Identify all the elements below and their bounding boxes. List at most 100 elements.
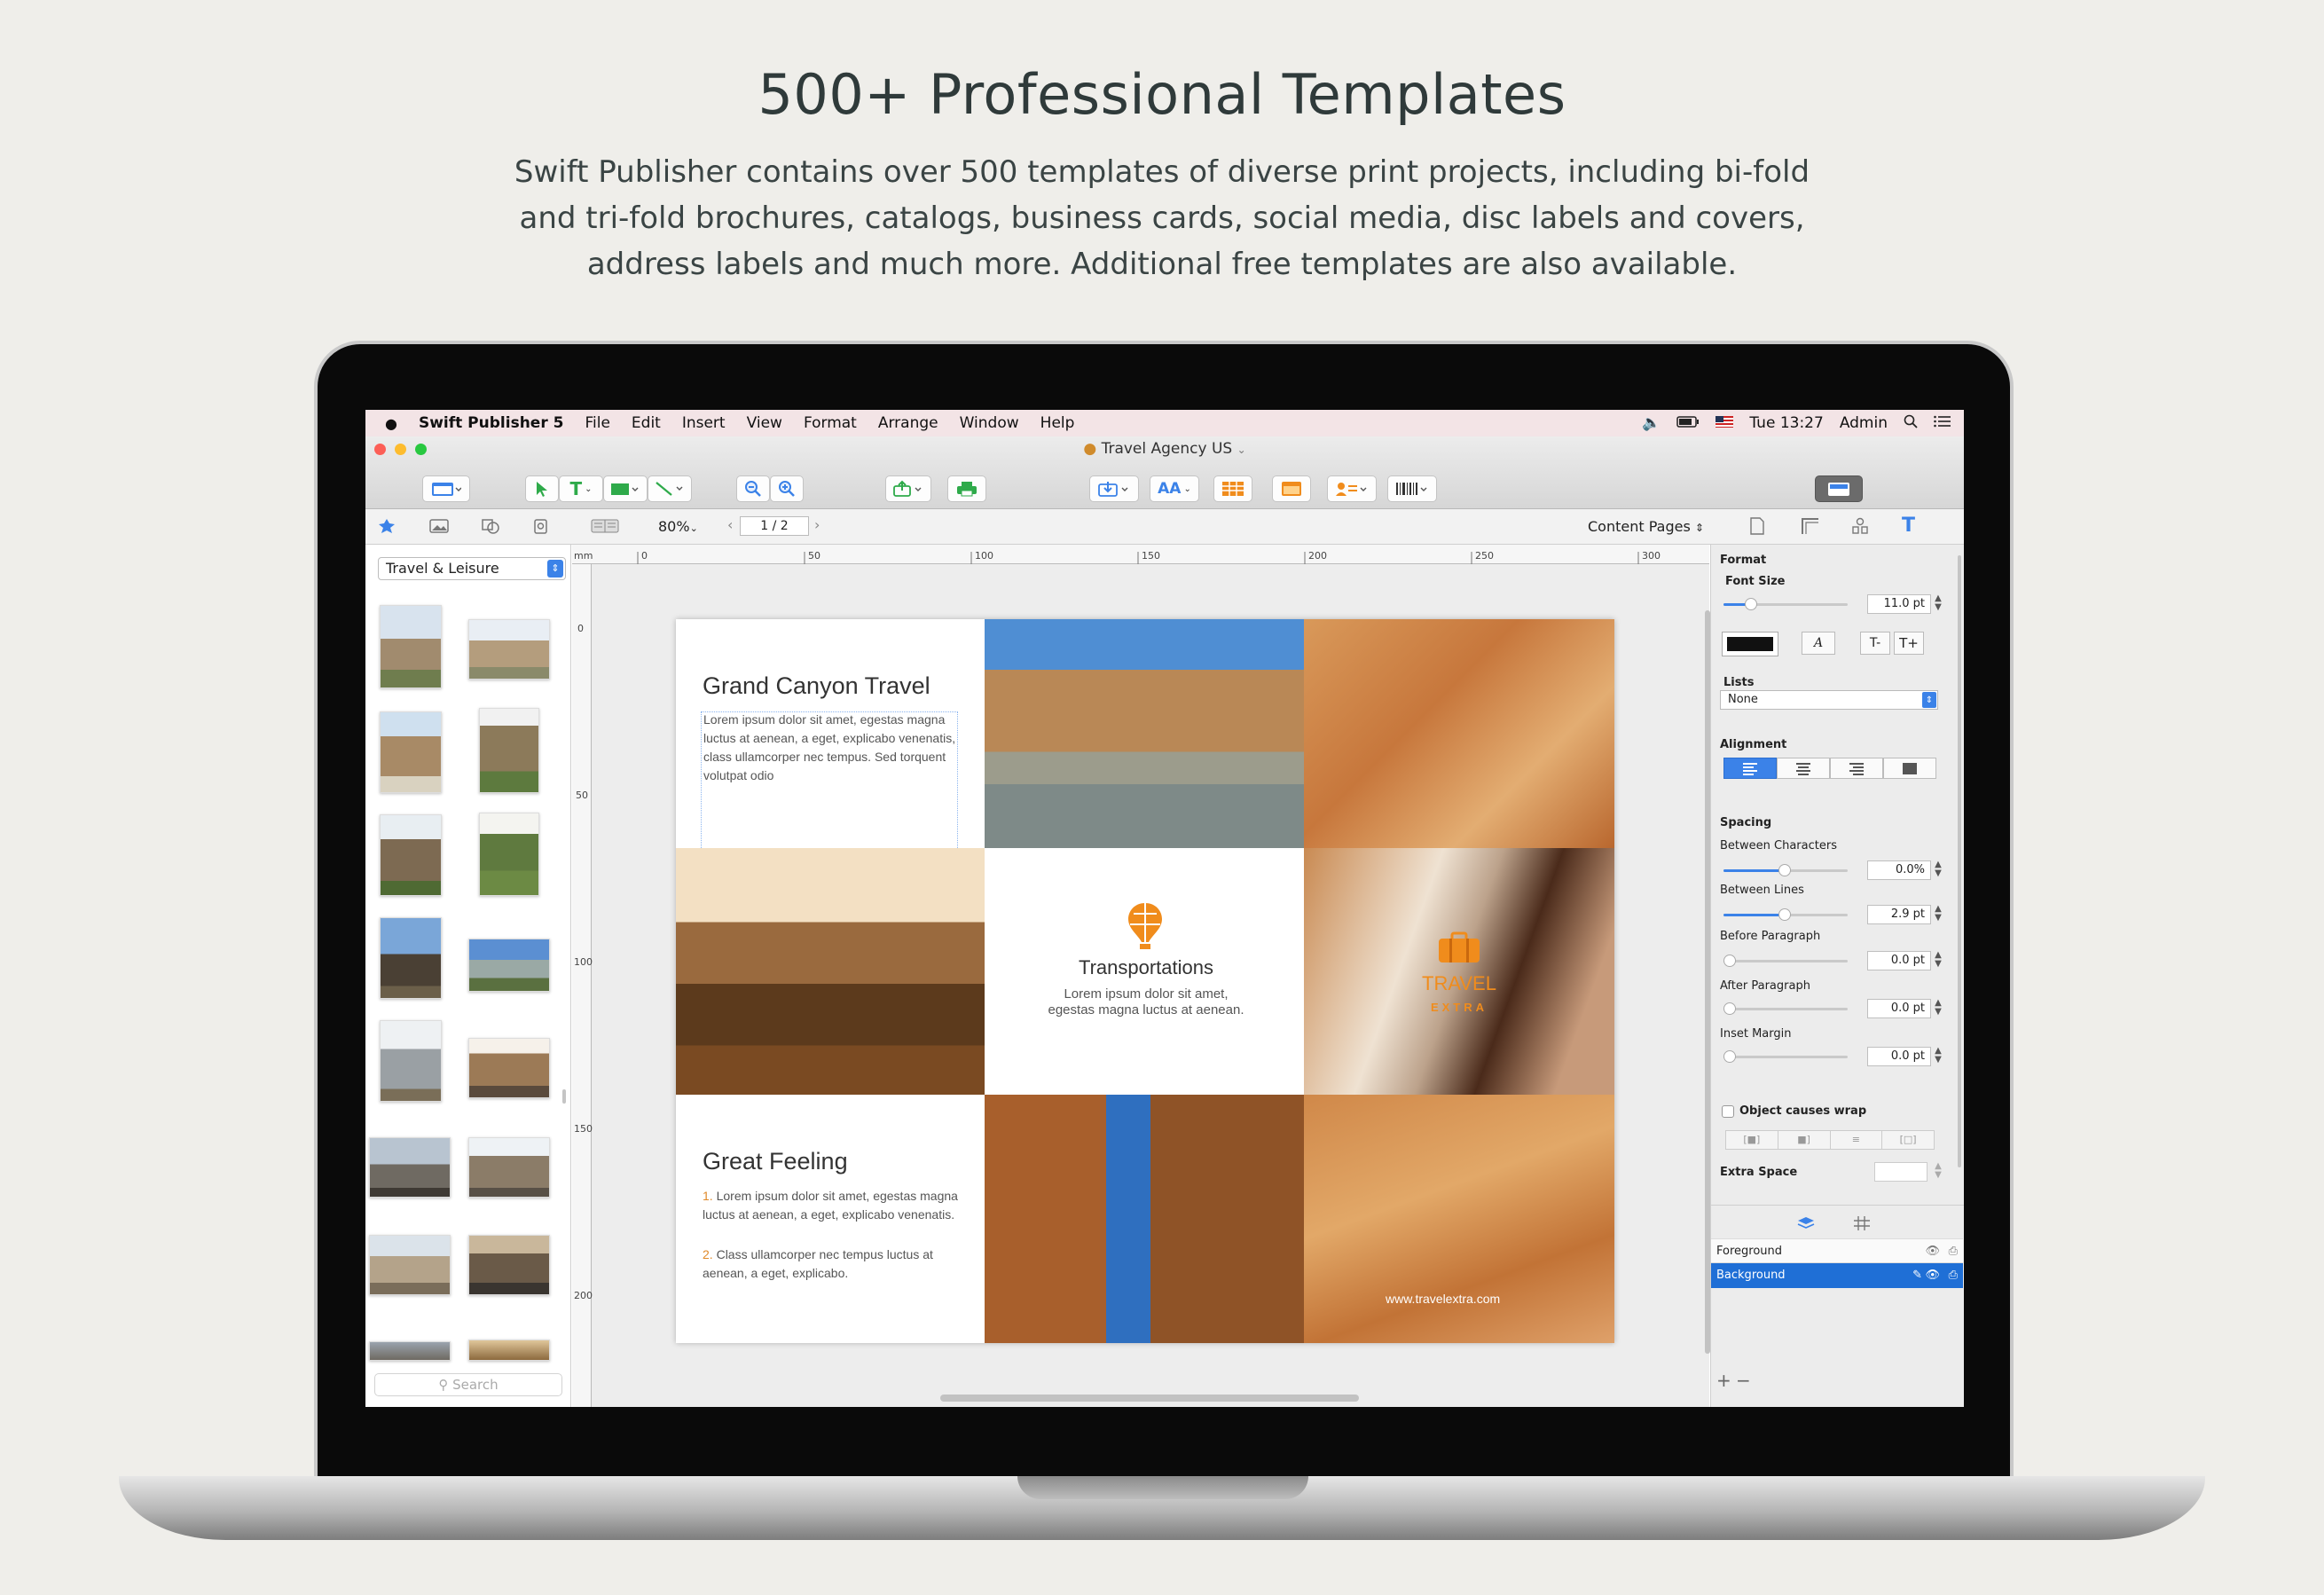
shape-tool-button[interactable] bbox=[603, 475, 648, 502]
menu-file[interactable]: File bbox=[585, 414, 609, 432]
lists-select[interactable]: None ⇕ bbox=[1720, 690, 1938, 710]
insert-button[interactable] bbox=[1089, 475, 1139, 502]
page-indicator[interactable]: 1 / 2 bbox=[740, 516, 809, 536]
table-button[interactable] bbox=[1213, 475, 1252, 502]
two-page-view-icon[interactable] bbox=[591, 518, 619, 538]
italic-style-button[interactable]: A bbox=[1802, 632, 1835, 655]
menu-edit[interactable]: Edit bbox=[632, 414, 661, 432]
font-size-field[interactable]: 11.0 pt bbox=[1867, 594, 1931, 614]
chevron-down-icon[interactable]: ⌄ bbox=[1237, 444, 1246, 456]
canvas-horizontal-scrollbar[interactable] bbox=[940, 1395, 1359, 1402]
menu-help[interactable]: Help bbox=[1040, 414, 1075, 432]
between-lines-stepper[interactable]: ▲ ▼ bbox=[1933, 905, 1943, 924]
after-paragraph-slider[interactable] bbox=[1723, 1002, 1848, 1015]
images-tab-icon[interactable] bbox=[429, 518, 449, 538]
between-characters-stepper[interactable]: ▲ ▼ bbox=[1933, 860, 1943, 880]
extra-space-stepper[interactable]: ▲ ▼ bbox=[1933, 1162, 1943, 1182]
inset-margin-stepper[interactable]: ▲ ▼ bbox=[1933, 1047, 1943, 1066]
text-color-well[interactable] bbox=[1722, 632, 1778, 656]
zoom-select[interactable]: 80%⌄ bbox=[658, 518, 698, 535]
print-layer-icon[interactable]: ⎙ bbox=[1949, 1263, 1958, 1288]
layer-row-selected[interactable]: Background ✎ 👁 ⎙ bbox=[1711, 1263, 1963, 1288]
before-paragraph-stepper[interactable]: ▲ ▼ bbox=[1933, 951, 1943, 970]
list-item[interactable]: 1. Lorem ipsum dolor sit amet, egestas m… bbox=[703, 1187, 969, 1224]
website-text[interactable]: www.travelextra.com bbox=[1386, 1292, 1500, 1306]
left-panel-scrollbar[interactable] bbox=[562, 1089, 566, 1104]
slot-canyon-photo[interactable] bbox=[1304, 848, 1614, 1095]
template-thumb[interactable] bbox=[369, 1341, 451, 1361]
apple-icon[interactable]: ● bbox=[385, 415, 397, 432]
wrap-top-bottom-button[interactable]: ≡ bbox=[1831, 1131, 1883, 1149]
extra-space-field[interactable] bbox=[1874, 1162, 1928, 1182]
app-menu[interactable]: Swift Publisher 5 bbox=[419, 414, 563, 432]
panel-title[interactable]: Grand Canyon Travel bbox=[703, 672, 930, 700]
increase-font-button[interactable]: T+ bbox=[1894, 632, 1924, 655]
balanced-rocks-photo[interactable] bbox=[985, 1095, 1304, 1343]
align-left-button[interactable] bbox=[1723, 758, 1777, 779]
template-thumb[interactable] bbox=[468, 1137, 550, 1198]
flag-icon[interactable] bbox=[1716, 414, 1734, 432]
template-thumb[interactable] bbox=[369, 1137, 451, 1198]
eye-icon[interactable]: 👁 bbox=[1925, 1239, 1940, 1264]
grid-tab-icon[interactable] bbox=[1853, 1215, 1871, 1235]
battery-icon[interactable] bbox=[1676, 414, 1700, 432]
eye-icon[interactable]: 👁 bbox=[1925, 1263, 1940, 1288]
template-thumb[interactable] bbox=[468, 1235, 550, 1295]
template-thumb[interactable] bbox=[380, 917, 442, 999]
layout-inspector-icon[interactable] bbox=[1801, 517, 1820, 538]
menu-arrange[interactable]: Arrange bbox=[878, 414, 938, 432]
before-paragraph-slider[interactable] bbox=[1723, 955, 1848, 967]
notification-center-icon[interactable] bbox=[1934, 414, 1951, 432]
template-thumb[interactable] bbox=[468, 1340, 550, 1361]
pencil-icon[interactable]: ✎ bbox=[1912, 1263, 1922, 1288]
clipart-tab-icon[interactable] bbox=[532, 518, 550, 538]
template-thumb[interactable] bbox=[479, 813, 539, 896]
template-search-input[interactable]: ⚲ Search bbox=[374, 1373, 562, 1396]
after-paragraph-stepper[interactable]: ▲ ▼ bbox=[1933, 999, 1943, 1018]
print-button[interactable] bbox=[947, 475, 986, 502]
category-select[interactable]: Travel & Leisure ⇕ bbox=[378, 557, 566, 580]
document-inspector-icon[interactable] bbox=[1749, 517, 1765, 538]
wrap-checkbox[interactable] bbox=[1722, 1105, 1734, 1118]
decrease-font-button[interactable]: T- bbox=[1860, 632, 1890, 655]
menu-window[interactable]: Window bbox=[960, 414, 1019, 432]
wrap-tight-button[interactable]: ■] bbox=[1778, 1131, 1831, 1149]
line-tool-button[interactable] bbox=[648, 475, 692, 502]
add-layer-button[interactable]: + bbox=[1716, 1370, 1731, 1391]
view-button[interactable] bbox=[422, 475, 470, 502]
spotlight-icon[interactable] bbox=[1904, 414, 1918, 433]
between-characters-slider[interactable] bbox=[1723, 864, 1848, 876]
between-characters-field[interactable]: 0.0% bbox=[1867, 860, 1931, 880]
clock[interactable]: Tue 13:27 bbox=[1749, 414, 1823, 432]
before-paragraph-field[interactable]: 0.0 pt bbox=[1867, 951, 1931, 970]
user-menu[interactable]: Admin bbox=[1840, 414, 1888, 432]
inset-margin-slider[interactable] bbox=[1723, 1050, 1848, 1063]
previous-page-button[interactable]: ‹ bbox=[727, 516, 733, 533]
center-body-text[interactable]: Lorem ipsum dolor sit amet, egestas magn… bbox=[1040, 986, 1252, 1018]
next-page-button[interactable]: › bbox=[814, 516, 820, 533]
template-thumb[interactable] bbox=[479, 708, 539, 793]
between-lines-slider[interactable] bbox=[1723, 908, 1848, 921]
font-size-stepper[interactable]: ▲ ▼ bbox=[1933, 594, 1943, 614]
mail-merge-button[interactable] bbox=[1327, 475, 1377, 502]
menu-view[interactable]: View bbox=[747, 414, 782, 432]
template-thumb[interactable] bbox=[468, 939, 550, 992]
align-justify-button[interactable] bbox=[1883, 758, 1936, 779]
zoom-out-button[interactable] bbox=[736, 475, 770, 502]
text-tool-button[interactable]: T ⌄ bbox=[559, 475, 603, 502]
wrap-through-button[interactable]: [□] bbox=[1882, 1131, 1934, 1149]
print-layer-icon[interactable]: ⎙ bbox=[1949, 1239, 1958, 1264]
templates-tab-icon[interactable] bbox=[378, 518, 396, 538]
list-item[interactable]: 2. Class ullamcorper nec tempus luctus a… bbox=[703, 1245, 969, 1283]
remove-layer-button[interactable]: − bbox=[1736, 1370, 1751, 1391]
inset-margin-field[interactable]: 0.0 pt bbox=[1867, 1047, 1931, 1066]
wrap-label[interactable]: Object causes wrap bbox=[1739, 1104, 1866, 1118]
menu-insert[interactable]: Insert bbox=[682, 414, 726, 432]
menu-format[interactable]: Format bbox=[804, 414, 857, 432]
layers-tab-icon[interactable] bbox=[1796, 1215, 1816, 1235]
volume-icon[interactable]: 🔈 bbox=[1642, 414, 1661, 432]
template-thumb[interactable] bbox=[380, 711, 442, 793]
after-paragraph-field[interactable]: 0.0 pt bbox=[1867, 999, 1931, 1018]
canyon-river-photo[interactable] bbox=[985, 619, 1304, 848]
layer-row[interactable]: Foreground 👁 ⎙ bbox=[1711, 1238, 1963, 1263]
